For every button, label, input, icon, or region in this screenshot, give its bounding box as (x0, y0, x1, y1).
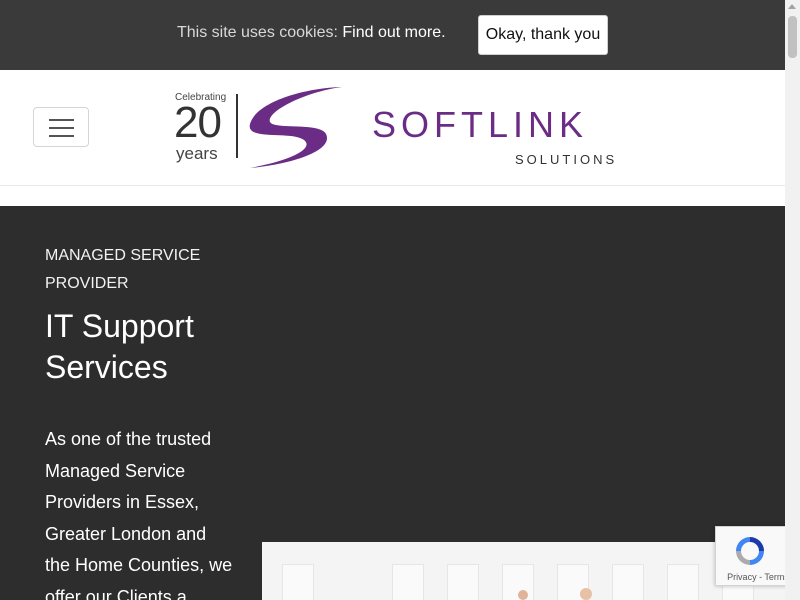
cookie-bar: This site uses cookies: Find out more. O… (0, 0, 785, 70)
logo-swoosh-icon (249, 87, 342, 168)
recaptcha-icon (736, 537, 764, 565)
site-header: Celebrating 20 years SOFTLINK SOLUTIONS (0, 70, 785, 186)
hero-image (262, 542, 785, 600)
logo-divider (236, 94, 238, 158)
menu-toggle-button[interactable] (33, 107, 89, 147)
page: This site uses cookies: Find out more. O… (0, 0, 785, 600)
site-logo[interactable]: Celebrating 20 years SOFTLINK SOLUTIONS (172, 82, 642, 172)
recaptcha-terms-link[interactable]: Terms (764, 572, 785, 582)
recaptcha-badge[interactable]: Privacy - Terms (715, 526, 785, 586)
cookie-find-out-more-link[interactable]: Find out more. (342, 24, 445, 41)
hero-eyebrow: MANAGED SERVICE PROVIDER (45, 247, 201, 292)
hero-section: MANAGED SERVICE PROVIDER IT Support Serv… (0, 206, 785, 600)
hero-title: IT Support Services (45, 308, 194, 385)
logo-years-number: 20 (174, 98, 222, 147)
recaptcha-links: Privacy - Terms (716, 572, 785, 582)
recaptcha-privacy-link[interactable]: Privacy (727, 572, 757, 582)
scrollbar-thumb[interactable] (788, 16, 797, 58)
cookie-message: This site uses cookies: Find out more. (177, 24, 446, 42)
vertical-scrollbar[interactable] (785, 0, 800, 600)
logo-years-text: years (176, 144, 218, 163)
hero-body-text: As one of the trusted Managed Service Pr… (45, 429, 233, 600)
scroll-up-arrow-icon[interactable] (788, 4, 796, 9)
logo-brand-name: SOFTLINK (372, 104, 589, 145)
cookie-accept-button[interactable]: Okay, thank you (478, 15, 608, 55)
logo-brand-subtitle: SOLUTIONS (515, 152, 618, 167)
cookie-message-text: This site uses cookies: (177, 24, 343, 41)
